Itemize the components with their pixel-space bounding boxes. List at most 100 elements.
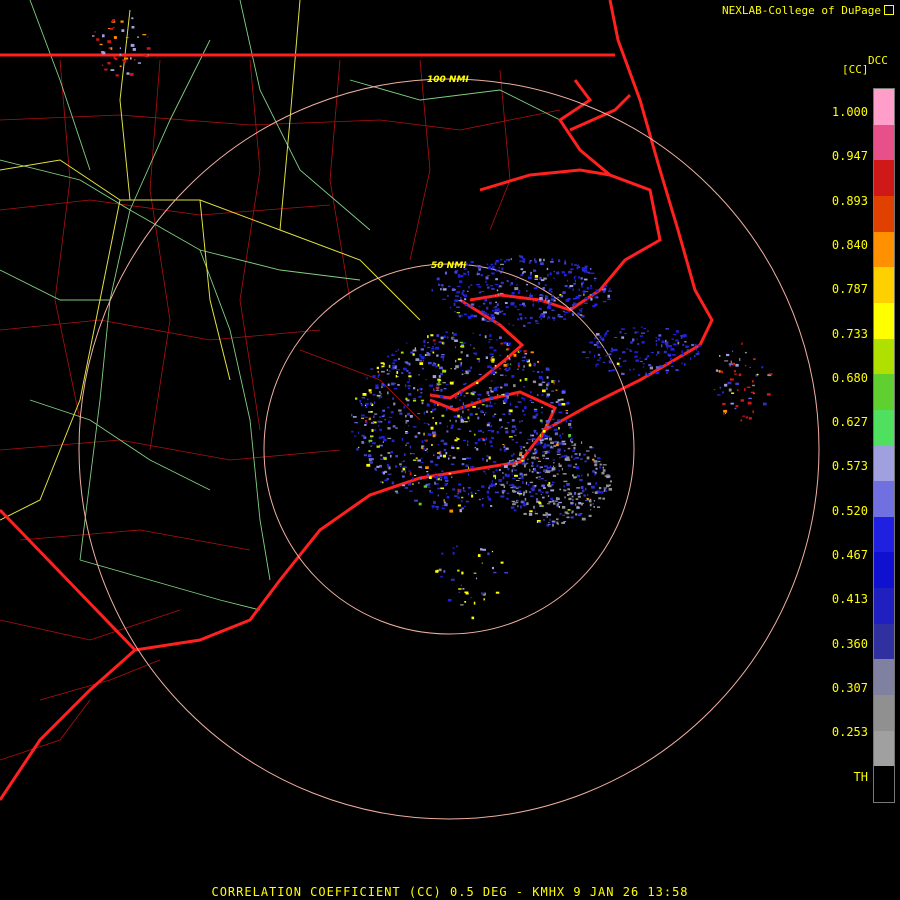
radar-echo — [513, 469, 517, 471]
radar-echo — [391, 368, 395, 370]
radar-echo — [592, 503, 595, 505]
radar-echo — [506, 492, 510, 495]
radar-echo — [675, 330, 680, 333]
radar-echo — [408, 372, 411, 375]
radar-echo — [470, 401, 474, 404]
radar-echo — [433, 454, 435, 456]
radar-echo — [504, 361, 507, 363]
radar-echo — [546, 515, 548, 518]
radar-echo — [121, 29, 125, 32]
radar-echo — [520, 268, 524, 271]
radar-echo — [120, 20, 124, 23]
radar-echo — [461, 496, 464, 499]
radar-echo — [388, 364, 391, 368]
radar-echo — [517, 309, 520, 311]
radar-echo — [550, 441, 554, 445]
radar-echo — [526, 283, 529, 286]
radar-echo — [387, 383, 390, 386]
radar-echo — [109, 28, 114, 30]
radar-echo — [119, 65, 122, 68]
radar-echo — [405, 414, 407, 418]
radar-echo — [473, 572, 477, 574]
radar-echo — [430, 334, 434, 337]
radar-echo — [482, 302, 486, 305]
radar-echo — [529, 260, 532, 262]
radar-echo — [574, 453, 578, 455]
radar-echo — [442, 341, 445, 345]
radar-echo — [564, 496, 566, 499]
radar-echo — [99, 43, 103, 46]
radar-echo — [560, 294, 564, 298]
cursor-arrow-icon[interactable] — [884, 5, 894, 15]
radar-echo — [94, 31, 96, 33]
radar-echo — [506, 430, 509, 433]
radar-echo — [565, 412, 569, 414]
radar-echo — [508, 367, 511, 370]
radar-echo — [507, 259, 511, 262]
radar-echo — [489, 353, 493, 355]
radar-echo — [503, 485, 506, 488]
radar-echo — [395, 374, 398, 378]
radar-echo — [630, 350, 633, 352]
radar-echo — [391, 353, 393, 356]
radar-echo — [502, 472, 504, 474]
legend-label: 0.413 — [831, 592, 868, 607]
radar-echo — [749, 366, 751, 369]
radar-echo — [519, 431, 522, 434]
radar-echo — [437, 363, 440, 367]
radar-echo — [544, 295, 548, 299]
radar-echo — [460, 390, 463, 394]
radar-echo — [551, 390, 555, 392]
radar-echo — [126, 72, 130, 75]
radar-echo — [526, 290, 528, 292]
radar-echo — [508, 410, 510, 413]
radar-echo — [458, 313, 460, 315]
radar-echo — [608, 290, 612, 292]
range-ring-100-label: 100 NMI — [427, 75, 469, 85]
radar-echo — [390, 382, 395, 386]
radar-echo — [590, 295, 592, 298]
radar-echo — [520, 317, 523, 320]
radar-echo — [596, 363, 599, 365]
radar-echo — [406, 403, 409, 406]
radar-echo — [485, 437, 488, 441]
radar-echo — [516, 457, 521, 460]
radar-echo — [352, 416, 357, 418]
radar-echo — [402, 475, 405, 478]
radar-echo — [521, 360, 525, 362]
radar-echo — [666, 372, 668, 374]
radar-echo — [503, 402, 506, 404]
radar-echo — [723, 413, 725, 415]
radar-echo — [482, 398, 485, 402]
radar-echo — [594, 303, 598, 306]
radar-echo — [504, 398, 508, 401]
radar-echo — [481, 404, 485, 406]
radar-echo — [564, 261, 567, 265]
radar-echo — [558, 506, 560, 508]
radar-echo — [378, 436, 382, 439]
radar-echo — [440, 336, 444, 340]
radar-echo — [464, 294, 467, 298]
radar-echo — [578, 453, 581, 456]
radar-echo — [491, 288, 495, 290]
radar-echo — [510, 461, 514, 464]
radar-echo — [370, 402, 372, 405]
radar-echo — [535, 456, 537, 459]
radar-echo — [412, 483, 414, 485]
radar-echo — [523, 414, 526, 416]
radar-echo — [573, 466, 576, 468]
radar-echo — [595, 289, 599, 293]
radar-echo — [580, 310, 583, 313]
radar-echo — [464, 421, 468, 423]
radar-echo — [519, 420, 521, 423]
radar-echo — [546, 470, 551, 474]
radar-echo — [527, 458, 529, 461]
radar-echo — [724, 383, 728, 387]
radar-echo — [553, 318, 555, 321]
radar-echo — [490, 284, 493, 287]
radar-echo — [519, 495, 521, 497]
radar-echo — [514, 474, 518, 477]
radar-echo — [604, 475, 607, 477]
radar-echo — [570, 268, 573, 270]
radar-echo — [449, 419, 451, 422]
